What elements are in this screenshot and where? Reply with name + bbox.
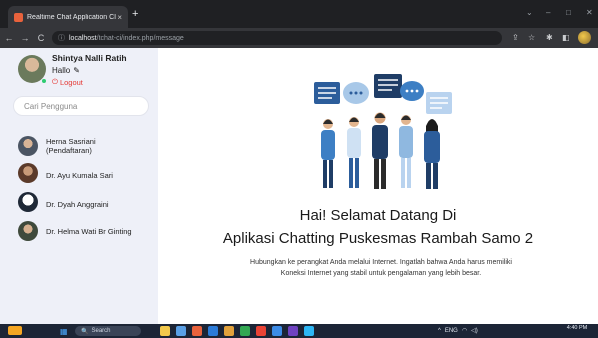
close-window-button[interactable]: ✕	[586, 8, 593, 17]
forward-button[interactable]: →	[18, 33, 32, 43]
chrome-icon[interactable]	[240, 326, 250, 336]
contact-item[interactable]: Herna Sasriani (Pendaftaran)	[18, 136, 136, 156]
taskbar-clock[interactable]: 4:40 PM	[562, 325, 592, 331]
word-icon[interactable]	[208, 326, 218, 336]
tray-chevron-icon[interactable]: ^	[438, 328, 441, 334]
online-status-dot	[41, 78, 47, 84]
app-icon[interactable]	[256, 326, 266, 336]
side-panel-icon[interactable]: ◧	[562, 33, 570, 42]
person-figure	[372, 112, 388, 189]
taskbar-apps	[160, 326, 314, 336]
logout-label: Logout	[59, 77, 83, 87]
start-button[interactable]: ▦	[60, 327, 68, 336]
file-explorer-icon[interactable]	[160, 326, 170, 336]
tab-close-icon[interactable]: ×	[117, 13, 122, 22]
user-status: Hallo ✎	[52, 66, 80, 75]
chat-illustration	[314, 74, 452, 189]
power-icon: ⏻	[52, 77, 58, 86]
welcome-heading: Hai! Selamat Datang Di	[299, 207, 457, 224]
app-title: Aplikasi Chatting Puskesmas Rambah Samo …	[222, 230, 534, 247]
maximize-button[interactable]: □	[566, 8, 571, 17]
tab-title: Realtime Chat Application CI	[27, 13, 117, 21]
site-info-icon[interactable]: ⓘ	[58, 33, 65, 43]
new-tab-button[interactable]: +	[132, 8, 138, 20]
url-path: /tchat-ci/index.php/message	[96, 34, 184, 42]
app-icon[interactable]	[192, 326, 202, 336]
extensions-icon[interactable]: ✱	[546, 33, 553, 42]
app-icon[interactable]	[304, 326, 314, 336]
app-icon[interactable]	[288, 326, 298, 336]
app-icon[interactable]	[224, 326, 234, 336]
contact-avatar	[18, 136, 38, 156]
bookmark-star-icon[interactable]: ☆	[528, 33, 535, 42]
contact-avatar	[18, 221, 38, 241]
welcome-description: Hubungkan ke perangkat Anda melalui Inte…	[250, 259, 512, 277]
weather-widget-icon[interactable]	[8, 326, 22, 335]
person-figure	[321, 119, 335, 188]
sidebar	[0, 48, 158, 324]
taskbar-search-label: Search	[91, 328, 111, 334]
app-favicon-icon	[14, 12, 23, 22]
language-indicator[interactable]: ENG	[445, 328, 458, 334]
minimize-button[interactable]: –	[546, 8, 550, 17]
share-icon[interactable]: ⇪	[512, 33, 519, 42]
user-name: Shintya Nalli Ratih	[52, 53, 127, 63]
volume-icon[interactable]: ◁)	[471, 327, 478, 334]
contact-name: Dr. Helma Wati Br Ginting	[46, 226, 132, 236]
wifi-icon[interactable]: ◠	[462, 327, 467, 334]
browser-profile-avatar[interactable]	[578, 31, 591, 44]
contact-avatar	[18, 163, 38, 183]
person-figure	[399, 115, 413, 188]
search-icon: 🔍	[81, 328, 89, 335]
address-bar[interactable]: ⓘ localhost /tchat-ci/index.php/message	[52, 31, 502, 45]
edit-icon[interactable]: ✎	[73, 66, 80, 75]
browser-toolbar: ← → C ⓘ localhost /tchat-ci/index.php/me…	[0, 28, 598, 48]
status-text: Hallo	[52, 66, 71, 75]
search-input[interactable]	[13, 96, 149, 116]
speech-bubble	[374, 74, 402, 98]
url-host: localhost	[69, 34, 97, 42]
contact-name: Dr. Dyah Anggraini	[46, 200, 109, 209]
app-icon[interactable]	[176, 326, 186, 336]
logout-button[interactable]: ⏻ Logout	[52, 77, 83, 87]
contact-item[interactable]: Dr. Ayu Kumala Sari	[18, 163, 136, 183]
contact-item[interactable]: Dr. Helma Wati Br Ginting	[18, 221, 136, 241]
contact-name: Dr. Ayu Kumala Sari	[46, 171, 113, 180]
contact-item[interactable]: Dr. Dyah Anggraini	[18, 192, 136, 212]
system-tray: ^ ENG ◠ ◁)	[438, 327, 478, 335]
person-figure	[347, 117, 361, 188]
browser-tab[interactable]: Realtime Chat Application CI ×	[8, 6, 128, 28]
contact-name: Herna Sasriani (Pendaftaran)	[46, 137, 96, 155]
tab-search-icon[interactable]: ⌄	[526, 8, 533, 17]
person-figure	[424, 119, 440, 189]
contact-avatar	[18, 192, 38, 212]
vscode-icon[interactable]	[272, 326, 282, 336]
reload-button[interactable]: C	[34, 33, 48, 43]
taskbar-search[interactable]: 🔍 Search	[75, 326, 141, 336]
back-button[interactable]: ←	[2, 33, 16, 43]
